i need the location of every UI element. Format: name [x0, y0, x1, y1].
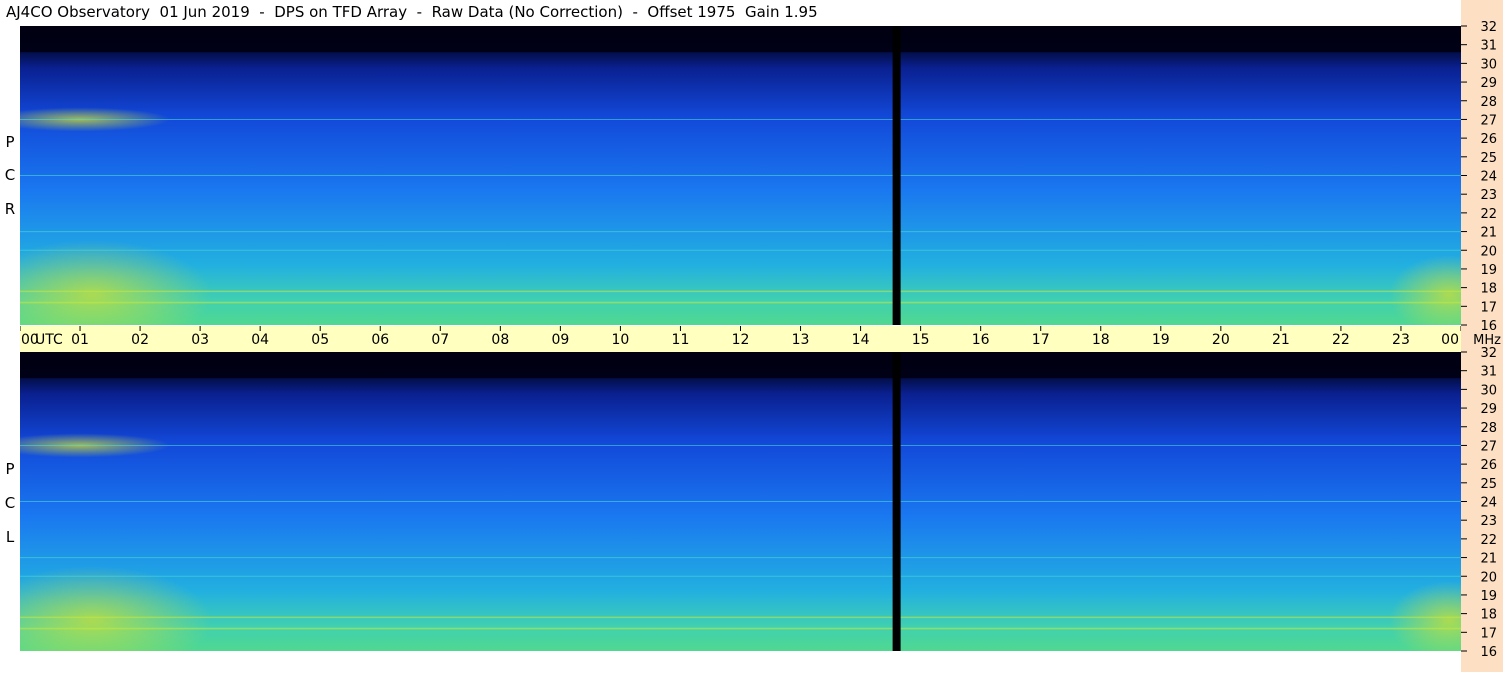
utc-tick-label: 08	[491, 332, 509, 348]
utc-tick-label: 05	[311, 332, 329, 348]
utc-tick-label: 12	[732, 332, 750, 348]
mhz-tick-label: 32	[1480, 20, 1497, 35]
lcp-label-l: L	[5, 528, 15, 546]
utc-tick-label: 14	[852, 332, 870, 348]
mhz-tick-label: 30	[1480, 383, 1497, 398]
utc-tick-label: 06	[371, 332, 389, 348]
mhz-tick-label: 25	[1480, 151, 1497, 166]
utc-tick-label: 20	[1212, 332, 1230, 348]
utc-tick-label: 07	[431, 332, 449, 348]
lcp-label-p: P	[5, 460, 15, 478]
mhz-tick-label: 18	[1480, 608, 1497, 623]
mhz-tick-label: 16	[1480, 319, 1497, 334]
mhz-tick-label: 18	[1480, 282, 1497, 297]
mhz-tick-label: 28	[1480, 95, 1497, 110]
mhz-tick-label: 30	[1480, 57, 1497, 72]
rcp-plot	[20, 26, 1461, 325]
utc-tick-label: 03	[191, 332, 209, 348]
observation-gap	[892, 352, 901, 651]
mhz-tick-label: 28	[1480, 421, 1497, 436]
mhz-tick-label: 26	[1480, 458, 1497, 473]
utc-tick-label: 19	[1152, 332, 1170, 348]
observation-gap	[892, 26, 901, 325]
utc-tick-label: 17	[1032, 332, 1050, 348]
utc-tick-label: 01	[71, 332, 89, 348]
mhz-tick-label: 24	[1480, 496, 1497, 511]
utc-tick-label: 18	[1092, 332, 1110, 348]
lcp-plot	[20, 352, 1461, 651]
utc-unit-label: UTC	[35, 332, 63, 348]
rcp-label-p: P	[5, 133, 15, 151]
high-frequency-band	[20, 352, 1461, 379]
rcp-spectrogram	[20, 26, 1461, 325]
frequency-axis-svg: 16 17 18 19 20 21 22 23 24 25 26 27 28 29 30 31 32 16 17 18…	[1461, 20, 1501, 660]
utc-tick-label: 11	[672, 332, 690, 348]
utc-tick-label: 23	[1392, 332, 1410, 348]
mhz-tick-label: 32	[1480, 346, 1497, 361]
frequency-axis: 16 17 18 19 20 21 22 23 24 25 26 27 28 29 30 31 32 16 17 18…	[1461, 0, 1503, 672]
mhz-tick-label: 24	[1480, 170, 1497, 185]
mhz-tick-label: 20	[1480, 570, 1497, 585]
mhz-tick-label: 27	[1480, 439, 1497, 454]
mhz-tick-label: 16	[1480, 645, 1497, 660]
utc-tick-label: 10	[612, 332, 630, 348]
mhz-tick-label: 29	[1480, 402, 1497, 417]
utc-tick-label: 02	[131, 332, 149, 348]
mhz-tick-label: 26	[1480, 132, 1497, 147]
mhz-tick-label: 23	[1480, 514, 1497, 529]
mhz-tick-label: 19	[1480, 589, 1497, 604]
utc-tick-label: 13	[792, 332, 810, 348]
mhz-tick-label: 31	[1480, 365, 1497, 380]
utc-time-axis: 00 01 02 03 04 05 06 07 08 09 10 11 12 13 14 15 16 17 18 19…	[19, 326, 1462, 352]
mhz-tick-label: 27	[1480, 113, 1497, 128]
mhz-tick-label: 21	[1480, 226, 1497, 241]
utc-axis-svg: 00 01 02 03 04 05 06 07 08 09 10 11 12 13 14 15 16 17 18 19…	[19, 326, 1462, 348]
utc-tick-label: 04	[251, 332, 269, 348]
utc-tick-label: 22	[1332, 332, 1350, 348]
mhz-tick-label: 20	[1480, 244, 1497, 259]
mhz-tick-label: 22	[1480, 207, 1497, 222]
utc-tick-label: 16	[972, 332, 990, 348]
high-frequency-band	[20, 26, 1461, 53]
mhz-tick-label: 21	[1480, 552, 1497, 567]
utc-tick-label: 09	[551, 332, 569, 348]
mhz-tick-label: 22	[1480, 533, 1497, 548]
lcp-spectrogram	[20, 352, 1461, 651]
chart-title: AJ4CO Observatory 01 Jun 2019 - DPS on T…	[6, 3, 818, 21]
mhz-tick-label: 23	[1480, 188, 1497, 203]
mhz-tick-label: 17	[1480, 626, 1497, 641]
utc-tick-label: 15	[912, 332, 930, 348]
lcp-label-c: C	[4, 494, 16, 512]
mhz-tick-label: 25	[1480, 477, 1497, 492]
utc-tick-label: 00	[1441, 332, 1459, 348]
mhz-tick-label: 17	[1480, 300, 1497, 315]
utc-tick-label: 21	[1272, 332, 1290, 348]
rcp-label-c: C	[4, 166, 16, 184]
mhz-tick-label: 19	[1480, 263, 1497, 278]
rcp-label-r: R	[4, 200, 16, 218]
mhz-unit-label: MHz	[1473, 333, 1501, 348]
mhz-tick-label: 31	[1480, 39, 1497, 54]
mhz-tick-label: 29	[1480, 76, 1497, 91]
